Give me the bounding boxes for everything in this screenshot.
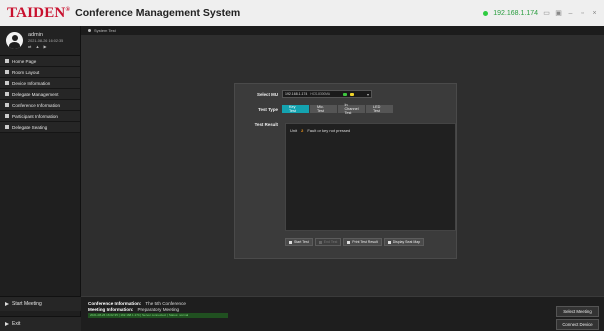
result-unit: Unit <box>290 128 298 133</box>
sidebar-item-label: Conference Information <box>12 102 61 108</box>
meeting-info-key: Meeting Information: <box>88 307 134 312</box>
title-bar: TAIDEN® Conference Management System 192… <box>0 0 604 26</box>
tab-in-channel-test[interactable]: In Channel Test <box>338 103 365 115</box>
sidebar-item-delegate-management[interactable]: Delegate Management <box>0 89 80 100</box>
sidebar-item-label: Delegate Management <box>12 91 59 97</box>
sidebar-item-room-layout[interactable]: Room Layout <box>0 67 80 78</box>
sidebar: admin 2021-08-26 16:02:35 ⇄ ▲ ▶ Home Pag… <box>0 26 81 331</box>
start-test-label: Start Test <box>294 240 309 244</box>
fullscreen-icon[interactable]: ▣ <box>555 9 562 17</box>
display-seat-map-label: Display Seat Map <box>392 240 421 244</box>
participant-icon <box>5 114 9 118</box>
play-icon <box>289 240 292 244</box>
server-ip: 192.168.1.174 <box>493 9 538 17</box>
brand-trademark: ® <box>65 6 71 13</box>
sidebar-item-participant-information[interactable]: Participant Information <box>0 111 80 122</box>
sidebar-item-label: Home Page <box>12 58 37 64</box>
main-area: Select MU 192.168.1.174 HCS-8300MA ▾ Tes… <box>81 35 604 296</box>
result-message: Fault or key not pressed <box>307 128 351 133</box>
print-icon <box>347 240 351 244</box>
selected-mu-ip: 192.168.1.174 <box>285 92 308 96</box>
seat-map-icon <box>387 240 391 244</box>
select-mu-label: Select MU <box>257 91 278 97</box>
brand-name: TAIDEN <box>7 4 66 21</box>
exit-button[interactable]: Exit <box>0 316 81 331</box>
conference-icon <box>5 103 9 107</box>
start-test-button[interactable]: Start Test <box>285 238 313 246</box>
start-meeting-button[interactable]: Start Meeting <box>0 296 81 311</box>
breadcrumb: System Test <box>81 26 604 35</box>
conference-info-value: The 5th Conference <box>145 301 186 306</box>
print-test-result-button[interactable]: Print Test Result <box>343 238 382 246</box>
test-result-label: Test Result <box>254 122 278 127</box>
print-test-result-label: Print Test Result <box>352 240 378 244</box>
home-icon <box>5 59 9 63</box>
status-strip: 2021-08-26 16:02:35 [ 192.168.1.174 ] Se… <box>88 313 228 318</box>
conference-info-line: Conference Information: The 5th Conferen… <box>88 301 186 306</box>
end-test-label: End Test <box>323 240 338 244</box>
meeting-info-value: Preparatory Meeting <box>137 307 180 312</box>
sidebar-item-conference-information[interactable]: Conference Information <box>0 100 80 111</box>
status-led-icon <box>350 92 355 96</box>
selected-mu-model: HCS-8300MA <box>310 92 331 96</box>
brand-logo: TAIDEN® <box>7 5 70 22</box>
select-mu-dropdown[interactable]: 192.168.1.174 HCS-8300MA ▾ <box>282 90 372 98</box>
tab-led-test[interactable]: LED Test <box>366 105 393 113</box>
select-meeting-button[interactable]: Select Meeting <box>556 306 599 317</box>
sidebar-item-home-page[interactable]: Home Page <box>0 56 80 67</box>
user-name: admin <box>28 32 43 38</box>
title-bar-right: 192.168.1.174 ▭ ▣ – ▫ × <box>483 0 598 26</box>
app-title: Conference Management System <box>75 7 241 19</box>
end-test-button[interactable]: End Test <box>314 238 342 246</box>
layout-icon <box>5 70 9 74</box>
breadcrumb-label[interactable]: System Test <box>94 28 116 33</box>
sidebar-item-device-information[interactable]: Device Information <box>0 78 80 89</box>
action-bar: Start Test End Test Print Test Result Di… <box>285 238 425 246</box>
user-controls[interactable]: ⇄ ▲ ▶ <box>28 44 63 49</box>
tab-dot-icon <box>88 29 91 32</box>
select-mu-row: Select MU 192.168.1.174 HCS-8300MA ▾ <box>235 90 458 98</box>
delegate-icon <box>5 92 9 96</box>
user-info: admin 2021-08-26 16:02:35 ⇄ ▲ ▶ <box>28 32 63 49</box>
device-icon <box>5 81 9 85</box>
network-status-icon <box>483 10 489 16</box>
exit-label: Exit <box>12 321 21 327</box>
avatar[interactable] <box>6 32 23 49</box>
result-line: Unit 2 Fault or key not pressed <box>290 128 350 133</box>
user-panel: admin 2021-08-26 16:02:35 ⇄ ▲ ▶ <box>0 26 80 56</box>
play-icon <box>5 302 9 306</box>
tab-key-test[interactable]: Key Test <box>282 105 309 113</box>
footer-info: Conference Information: The 5th Conferen… <box>81 296 604 331</box>
test-type-label: Test Type <box>258 106 278 112</box>
meeting-info-line: Meeting Information: Preparatory Meeting <box>88 307 179 312</box>
minimize-icon[interactable]: – <box>567 10 574 17</box>
exit-icon <box>5 322 9 326</box>
sidebar-item-delegate-seating[interactable]: Delegate Seating <box>0 122 80 133</box>
system-test-panel: Select MU 192.168.1.174 HCS-8300MA ▾ Tes… <box>234 83 457 259</box>
close-icon[interactable]: × <box>591 10 598 17</box>
connect-device-button[interactable]: Connect Device <box>556 319 599 330</box>
start-meeting-label: Start Meeting <box>12 301 42 307</box>
test-result-box: Unit 2 Fault or key not pressed <box>285 123 456 231</box>
sidebar-item-label: Room Layout <box>12 69 40 75</box>
sidebar-item-label: Delegate Seating <box>12 124 48 130</box>
display-seat-map-button[interactable]: Display Seat Map <box>383 238 425 246</box>
seating-icon <box>5 125 9 129</box>
maximize-icon[interactable]: ▫ <box>579 10 586 17</box>
conference-info-key: Conference Information: <box>88 301 142 306</box>
chevron-down-icon: ▾ <box>366 91 369 97</box>
result-unit-number: 2 <box>301 128 304 133</box>
app-window: TAIDEN® Conference Management System 192… <box>0 0 604 331</box>
test-type-row: Test Type Key Test Mic. Test In Channel … <box>235 103 458 115</box>
restore-window-icon[interactable]: ▭ <box>543 9 550 17</box>
sidebar-item-label: Participant Information <box>12 113 58 119</box>
sidebar-item-label: Device Information <box>12 80 51 86</box>
stop-icon <box>318 240 322 244</box>
tab-mic-test[interactable]: Mic. Test <box>310 105 337 113</box>
online-led-icon <box>343 92 348 96</box>
